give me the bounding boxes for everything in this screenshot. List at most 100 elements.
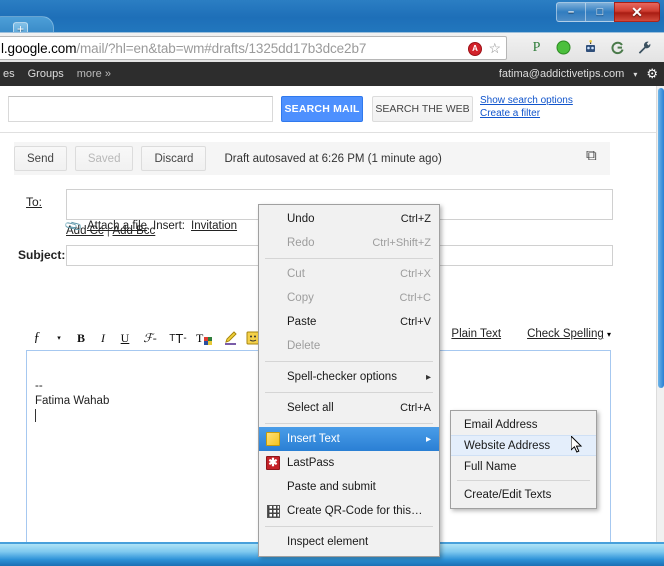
discard-button-top[interactable]: Discard	[141, 146, 206, 171]
menu-item-paste[interactable]: PasteCtrl+V	[259, 310, 439, 334]
search-mail-button[interactable]: SEARCH MAIL	[281, 96, 363, 122]
submenu-separator	[457, 480, 590, 481]
menu-item-cut: CutCtrl+X	[259, 262, 439, 286]
bold-icon[interactable]: B	[70, 328, 92, 348]
text-color-icon[interactable]: T	[192, 328, 220, 348]
attach-insert-row: 📎 Attach a file Insert: Invitation	[66, 215, 237, 237]
url-path: /mail/?hl=en&tab=wm#drafts/1325dd17b3dce…	[76, 41, 366, 56]
insert-invitation-link[interactable]: Invitation	[191, 220, 237, 232]
bookmark-star-icon[interactable]: ☆	[488, 40, 501, 57]
search-bar-row: SEARCH MAIL SEARCH THE WEB Show search o…	[0, 86, 656, 133]
g-reader-icon[interactable]	[609, 39, 626, 56]
check-spelling-caret-icon[interactable]: ▾	[607, 330, 611, 339]
popout-window-icon[interactable]: ⧉	[586, 148, 602, 164]
menu-item-label: Cut	[287, 268, 392, 280]
menu-item-label: Insert Text	[287, 433, 420, 445]
font-family-icon[interactable]: ƒ	[26, 328, 48, 348]
menu-item-label: Redo	[287, 237, 364, 249]
menu-item-paste-and-submit[interactable]: Paste and submit	[259, 475, 439, 499]
gbar-link-more[interactable]: more »	[77, 68, 111, 80]
menu-item-inspect-element[interactable]: Inspect element	[259, 530, 439, 554]
menu-item-copy: CopyCtrl+C	[259, 286, 439, 310]
font-face-icon[interactable]: ℱ-	[136, 328, 164, 348]
account-email[interactable]: fatima@addictivetips.com	[499, 68, 625, 80]
toolbar-right-links: Plain Text Check Spelling ▾	[451, 328, 611, 340]
font-size-icon[interactable]: TT-	[164, 328, 192, 348]
check-spelling-group[interactable]: Check Spelling ▾	[527, 328, 611, 340]
menu-item-select-all[interactable]: Select allCtrl+A	[259, 396, 439, 420]
font-dropdown-caret-icon[interactable]: ▾	[48, 328, 70, 348]
adblock-icon[interactable]: A	[468, 42, 482, 56]
italic-icon[interactable]: I	[92, 328, 114, 348]
menu-item-shortcut: Ctrl+Z	[393, 213, 431, 225]
qr-code-icon	[265, 503, 281, 519]
address-bar[interactable]: l.google.com/mail/?hl=en&tab=wm#drafts/1…	[0, 36, 507, 60]
menu-item-delete: Delete	[259, 334, 439, 358]
robot-icon[interactable]	[582, 39, 599, 56]
search-links: Show search options Create a filter	[480, 94, 573, 120]
scrollbar-thumb[interactable]	[658, 88, 664, 388]
submenu-item-full-name[interactable]: Full Name	[451, 456, 596, 477]
menu-item-label: Inspect element	[287, 536, 431, 548]
create-filter-link[interactable]: Create a filter	[480, 107, 573, 120]
insert-label: Insert:	[153, 220, 185, 232]
subject-label: Subject:	[18, 248, 65, 262]
menu-item-shortcut: Ctrl+Shift+Z	[364, 237, 431, 249]
saved-button-top[interactable]: Saved	[75, 146, 134, 171]
paperclip-icon: 📎	[63, 216, 83, 236]
search-input[interactable]	[8, 96, 273, 122]
wrench-menu-icon[interactable]	[636, 39, 653, 56]
show-search-options-link[interactable]: Show search options	[480, 94, 573, 107]
browser-window: – □ ✕ + l.google.com/mail/?hl=en&tab=wm#…	[0, 0, 664, 566]
browser-toolbar: l.google.com/mail/?hl=en&tab=wm#drafts/1…	[0, 32, 664, 62]
menu-item-lastpass[interactable]: ✱LastPass	[259, 451, 439, 475]
menu-item-label: Delete	[287, 340, 431, 352]
mouse-cursor	[571, 436, 583, 454]
gbar-link-es[interactable]: es	[3, 68, 15, 80]
submenu-item-label: Website Address	[464, 440, 550, 452]
underline-icon[interactable]: U	[114, 328, 136, 348]
search-web-button[interactable]: SEARCH THE WEB	[372, 96, 473, 122]
menu-item-label: Copy	[287, 292, 392, 304]
menu-item-spell-checker-options[interactable]: Spell-checker options	[259, 365, 439, 389]
menu-item-label: Create QR-Code for this…	[287, 505, 431, 517]
context-menu: UndoCtrl+ZRedoCtrl+Shift+ZCutCtrl+XCopyC…	[258, 204, 440, 557]
attach-file-link[interactable]: Attach a file	[87, 220, 147, 232]
note-pencil-icon	[265, 431, 281, 447]
menu-item-label: LastPass	[287, 457, 431, 469]
check-spelling-link[interactable]: Check Spelling	[527, 328, 604, 340]
menu-item-shortcut: Ctrl+C	[392, 292, 431, 304]
menu-item-create-qr-code[interactable]: Create QR-Code for this…	[259, 499, 439, 523]
menu-item-shortcut: Ctrl+V	[392, 316, 431, 328]
url-text: l.google.com/mail/?hl=en&tab=wm#drafts/1…	[1, 41, 366, 56]
menu-item-undo[interactable]: UndoCtrl+Z	[259, 207, 439, 231]
gbar-link-groups[interactable]: Groups	[28, 68, 64, 80]
submenu-item-email-address[interactable]: Email Address	[451, 414, 596, 435]
to-label: To:	[26, 195, 42, 209]
send-button-top[interactable]: Send	[14, 146, 67, 171]
menu-item-label: Paste	[287, 316, 392, 328]
pocket-p-icon[interactable]: P	[528, 39, 545, 56]
menu-item-redo: RedoCtrl+Shift+Z	[259, 231, 439, 255]
chevron-down-icon[interactable]: ▾	[633, 70, 637, 79]
svg-text:T: T	[196, 331, 204, 345]
extension-icons: P	[528, 39, 653, 56]
submenu-item-create-edit-texts[interactable]: Create/Edit Texts	[451, 484, 596, 505]
highlight-color-icon[interactable]	[220, 328, 242, 348]
menu-separator	[265, 526, 433, 527]
menu-item-insert-text[interactable]: Insert Text	[259, 427, 439, 451]
plain-text-link[interactable]: Plain Text	[451, 328, 501, 340]
menu-item-shortcut: Ctrl+X	[392, 268, 431, 280]
url-host: l.google.com	[1, 41, 76, 56]
menu-item-label: Spell-checker options	[287, 371, 420, 383]
insert-text-submenu: Email Address Website Address Full Name Cre…	[450, 410, 597, 509]
google-black-bar: es Groups more » fatima@addictivetips.co…	[0, 62, 664, 86]
green-circle-icon[interactable]	[555, 39, 572, 56]
gbar-links: es Groups more »	[0, 68, 111, 80]
page-scrollbar[interactable]	[656, 86, 664, 542]
compose-toolbar-top: Send Saved Discard Draft autosaved at 6:…	[14, 142, 610, 175]
menu-separator	[265, 392, 433, 393]
menu-separator	[265, 423, 433, 424]
gear-icon[interactable]: ⚙	[646, 66, 658, 82]
submenu-item-label: Create/Edit Texts	[464, 489, 551, 501]
